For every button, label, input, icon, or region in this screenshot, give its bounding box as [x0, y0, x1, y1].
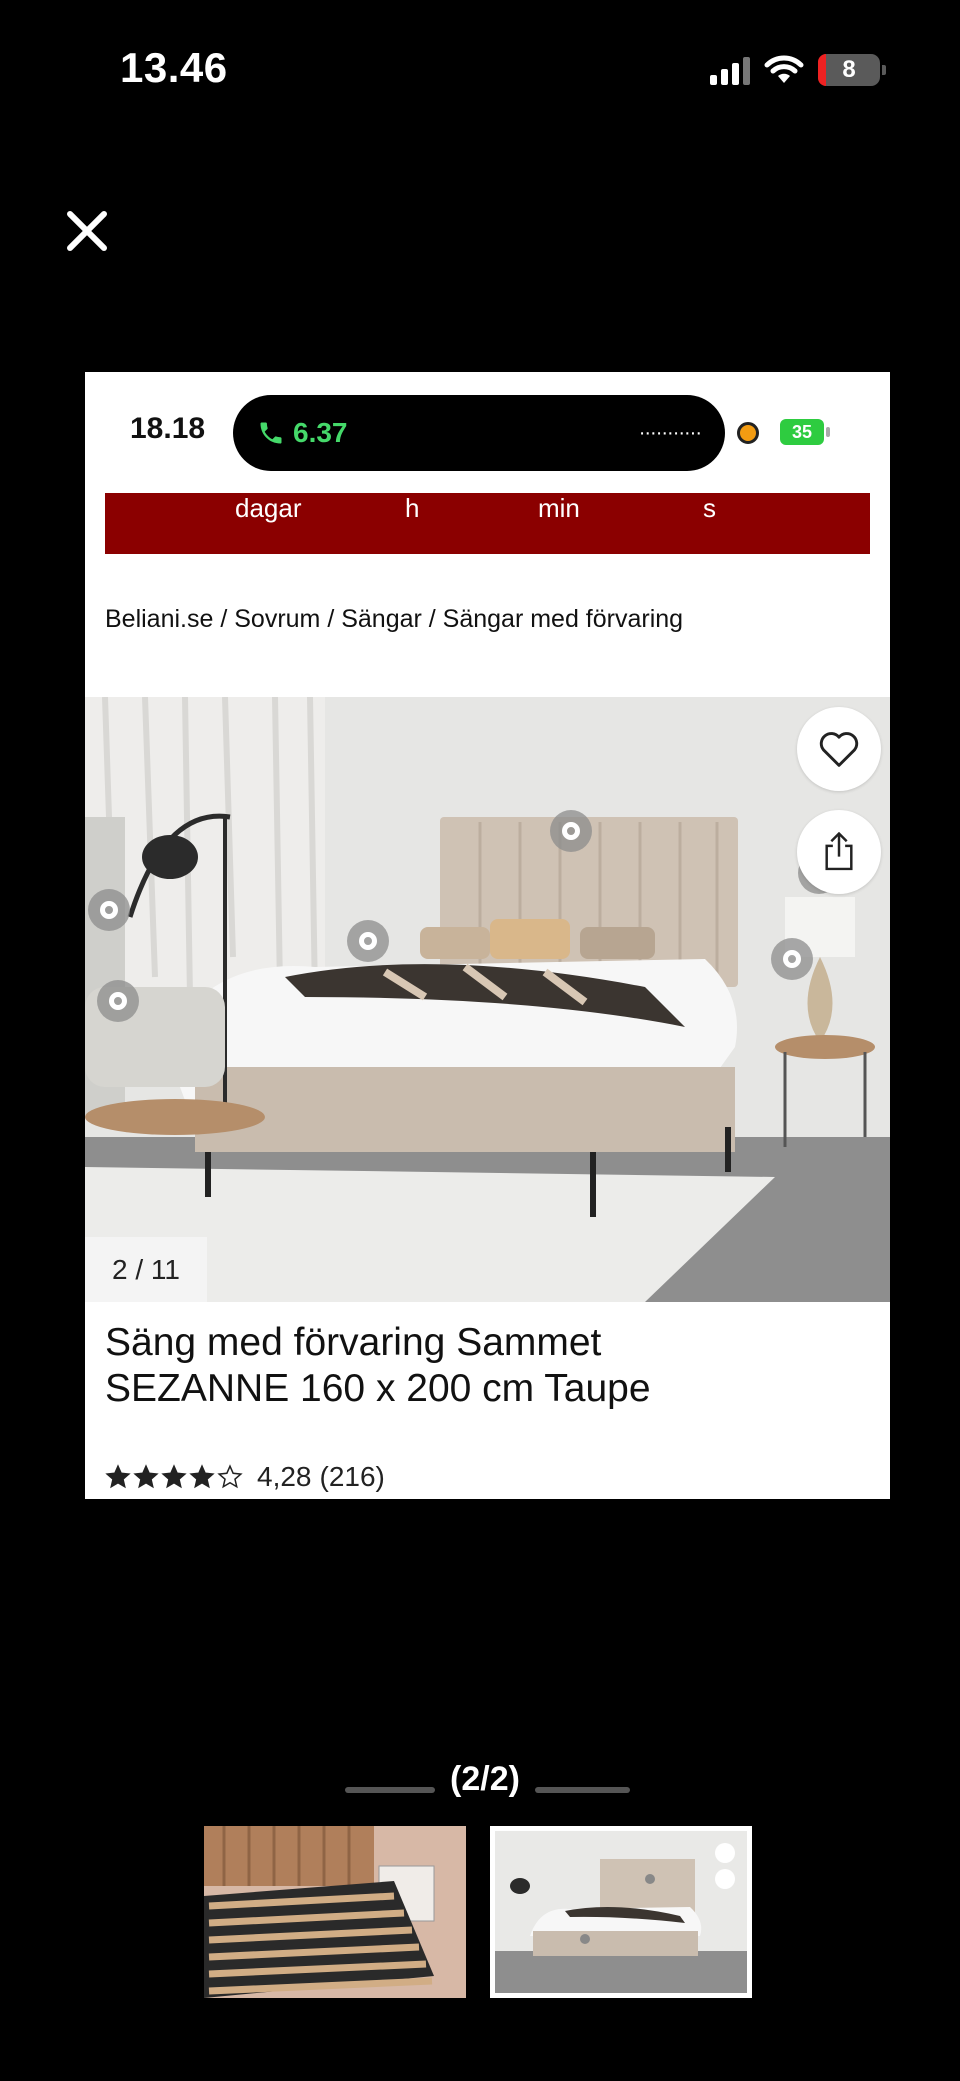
- star-filled-icon: [189, 1464, 215, 1489]
- breadcrumb[interactable]: Beliani.se / Sovrum / Sängar / Sängar me…: [105, 605, 683, 634]
- star-empty-icon: [217, 1464, 243, 1489]
- screenshot-preview: 18.18 6.37 ··········· 35 dagar h min s …: [85, 372, 890, 1499]
- image-counter: 2 / 11: [85, 1237, 207, 1302]
- star-filled-icon: [133, 1464, 159, 1489]
- product-rating[interactable]: 4,28 (216): [105, 1461, 385, 1493]
- thumbnail-1[interactable]: [204, 1826, 466, 1998]
- sale-countdown-banner: dagar h min s: [105, 493, 870, 554]
- heart-icon: [819, 732, 859, 767]
- hotspot-headboard[interactable]: [550, 810, 592, 852]
- rating-count: (216): [319, 1461, 385, 1492]
- product-title-line-1: Säng med förvaring Sammet: [105, 1321, 602, 1364]
- favorite-button[interactable]: [797, 707, 881, 791]
- audio-waveform: ···········: [638, 421, 702, 444]
- rating-stars: [105, 1464, 243, 1490]
- bedroom-scene-image: [85, 697, 890, 1302]
- share-button[interactable]: [797, 810, 881, 894]
- pager-track-left: [345, 1787, 435, 1793]
- status-icons: 8: [710, 50, 886, 90]
- dynamic-island: 6.37 ···········: [233, 395, 725, 471]
- cellular-signal-icon: [710, 55, 750, 85]
- inner-status-time: 18.18: [130, 412, 206, 445]
- hotspot-floor-lamp[interactable]: [88, 889, 130, 931]
- pager-track-right: [535, 1787, 630, 1793]
- hotspot-side-table[interactable]: [97, 980, 139, 1022]
- rating-value: 4,28: [257, 1461, 312, 1492]
- countdown-label-seconds: s: [703, 493, 716, 523]
- wifi-icon: [764, 55, 804, 83]
- close-icon[interactable]: [62, 206, 112, 256]
- hotspot-bedding[interactable]: [347, 920, 389, 962]
- battery-icon: 8: [818, 54, 886, 86]
- countdown-label-days: dagar: [235, 493, 302, 523]
- pager-indicator: (2/2): [450, 1760, 520, 1798]
- battery-level: 8: [842, 56, 856, 83]
- product-image[interactable]: [85, 697, 890, 1302]
- inner-battery-level: 35: [791, 422, 813, 442]
- hotspot-nightstand[interactable]: [771, 938, 813, 980]
- inner-battery-icon: 35: [780, 419, 830, 445]
- call-duration: 6.37: [293, 417, 348, 448]
- bed-frame-thumbnail-image: [204, 1826, 466, 1998]
- countdown-label-minutes: min: [538, 493, 580, 523]
- phone-call-icon: [260, 422, 282, 444]
- star-filled-icon: [105, 1464, 131, 1489]
- countdown-label-hours: h: [405, 493, 420, 523]
- product-title: Säng med förvaring Sammet SEZANNE 160 x …: [105, 1320, 865, 1412]
- bedroom-thumbnail-image: [495, 1831, 747, 1993]
- share-icon: [825, 832, 853, 871]
- status-time: 13.46: [120, 44, 228, 91]
- thumbnail-2[interactable]: [490, 1826, 752, 1998]
- product-title-line-2: SEZANNE 160 x 200 cm Taupe: [105, 1367, 651, 1410]
- mic-indicator-icon: [737, 422, 759, 444]
- star-filled-icon: [161, 1464, 187, 1489]
